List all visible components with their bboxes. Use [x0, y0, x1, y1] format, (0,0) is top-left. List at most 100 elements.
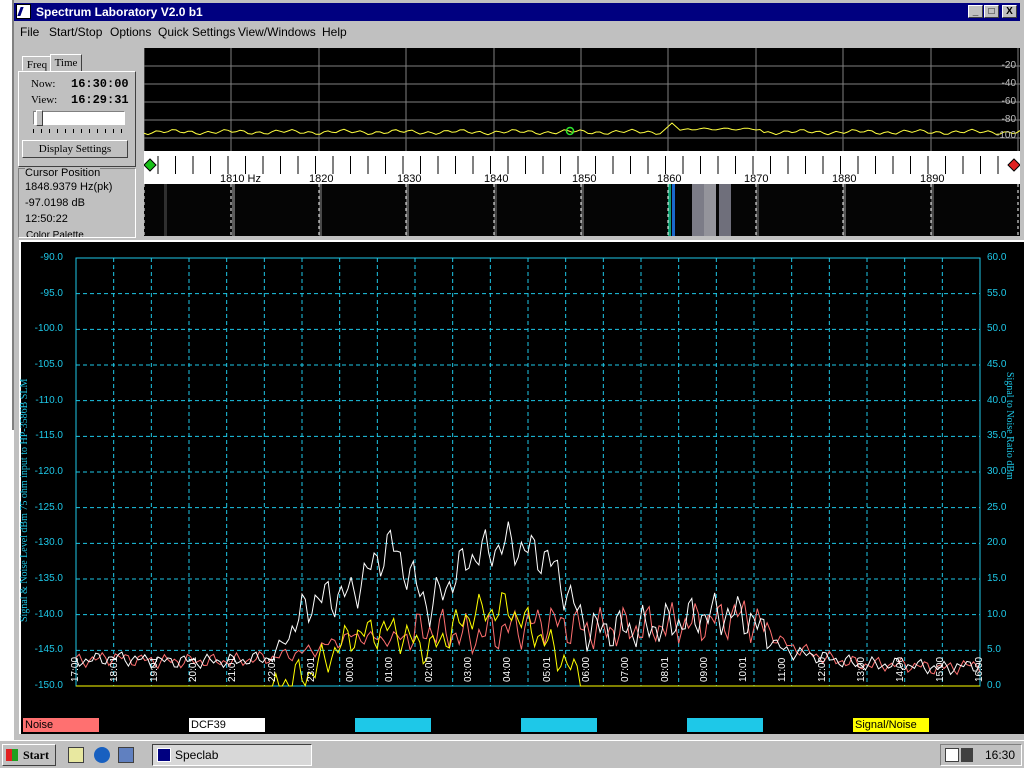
now-value: 16:30:00 [71, 77, 129, 91]
now-label: Now: [31, 78, 56, 90]
time-scroll-track[interactable] [33, 110, 125, 126]
right-axis-label: Signal to Noise Ratio dBm [1004, 372, 1015, 480]
left-tick-label: -95.0 [40, 287, 63, 299]
frequency-label: 1860 [657, 173, 682, 185]
time-scroll-thumb[interactable] [36, 110, 43, 126]
right-tick-label: 0.0 [987, 680, 1001, 691]
frequency-label: 1840 [484, 173, 509, 185]
left-tick-label: -125.0 [34, 501, 63, 513]
long-term-plot-window[interactable]: -90.0 -95.0 -100.0 -105.0 -110.0 -115.0 -120.0… [19, 240, 1024, 734]
menu-quick-settings[interactable]: Quick Settings [158, 25, 235, 39]
time-tick-label: 00:00 [345, 656, 357, 682]
frequency-label: 1850 [572, 173, 597, 185]
left-tick-label: -120.0 [34, 466, 63, 477]
cursor-position-title: Cursor Position [25, 167, 101, 179]
spectrum-db-tick: -20 [1001, 60, 1016, 71]
left-tick-label: -130.0 [34, 537, 63, 549]
menu-view-windows[interactable]: View/Windows [238, 25, 316, 39]
left-tick-label: -115.0 [35, 430, 63, 442]
view-value: 16:29:31 [71, 93, 129, 107]
waterfall [144, 184, 1020, 236]
system-tray: 16:30 [940, 744, 1022, 766]
right-tick-label: 20.0 [987, 537, 1007, 549]
left-tick-label: -140.0 [34, 608, 63, 620]
tab-time[interactable]: Time [50, 54, 82, 72]
legend-slot-3 [355, 718, 431, 732]
cursor-level: -97.0198 dB [25, 197, 85, 209]
time-tick-label: 11:00 [777, 657, 789, 682]
close-button[interactable]: X [1002, 5, 1017, 18]
channels-icon[interactable] [118, 747, 134, 763]
cursor-frequency: 1848.9379 Hz(pk) [25, 181, 113, 193]
left-tick-label: -145.0 [34, 644, 63, 656]
right-tick-label: 50.0 [987, 323, 1007, 335]
time-tick-label: 04:00 [502, 656, 514, 682]
scheduler-icon[interactable] [945, 748, 959, 762]
legend-dcf39: DCF39 [189, 718, 265, 732]
time-tick-label: 01:00 [384, 656, 396, 682]
minimize-button[interactable]: _ [968, 5, 983, 18]
time-tick-label: 19:01 [148, 656, 160, 682]
time-tick-label: 06:00 [580, 656, 592, 682]
frequency-label: 1830 [397, 173, 422, 185]
time-tick-label: 14:00 [895, 656, 907, 682]
view-label: View: [31, 94, 58, 106]
tab-freq[interactable]: Freq [22, 56, 52, 71]
waterfall-streak [704, 184, 716, 236]
title-bar[interactable]: Spectrum Laboratory V2.0 b1 _ □ X [14, 3, 1020, 21]
right-tick-label: 45.0 [987, 359, 1007, 370]
window-title: Spectrum Laboratory V2.0 b1 [36, 5, 203, 19]
legend-slot-4 [521, 718, 597, 732]
time-tick-label: 18:01 [109, 656, 121, 682]
spectrum-db-tick: -80 [1001, 114, 1016, 125]
time-tick-label: 05:01 [541, 656, 553, 682]
frequency-label: 1810 Hz [220, 173, 261, 185]
time-tick-label: 03:00 [463, 656, 475, 682]
color-palette-label: Color Palette [26, 231, 84, 237]
time-tick-label: 08:01 [659, 656, 671, 682]
clock: 16:30 [985, 748, 1016, 762]
volume-icon[interactable] [961, 748, 973, 762]
taskbar-speclab[interactable]: Speclab [152, 744, 312, 766]
cursor-position-box: Cursor Position 1848.9379 Hz(pk) -97.019… [18, 167, 136, 238]
right-tick-label: 60.0 [987, 252, 1007, 263]
left-tick-label: -100.0 [34, 323, 63, 335]
frequency-label: 1880 [832, 173, 857, 185]
time-tick-label: 20:01 [187, 656, 199, 682]
menu-options[interactable]: Options [110, 25, 151, 39]
time-tick-label: 22:01 [266, 656, 278, 682]
menu-file[interactable]: File [20, 25, 39, 39]
frequency-label: 1870 [744, 173, 769, 185]
spectrum-svg [144, 48, 1020, 236]
right-tick-label: 25.0 [987, 501, 1007, 513]
time-tick-label: 07:00 [620, 656, 632, 682]
left-tick-label: -105.0 [34, 359, 63, 370]
frequency-label: 1890 [920, 173, 945, 185]
speclab-icon [157, 748, 171, 762]
taskbar-speclab-label: Speclab [175, 748, 219, 762]
time-slider-ticks [33, 129, 125, 133]
internet-explorer-icon[interactable] [94, 747, 110, 763]
waterfall-streak [232, 184, 235, 236]
spectrum-display[interactable]: -20 -40 -60 -80 -100 1810 Hz 1820 1830 1840 1850 1… [144, 48, 1020, 236]
control-panel: Freq Time Now: 16:30:00 View: 16:29:31 D… [18, 48, 136, 238]
time-tick-label: 17:00 [70, 656, 81, 682]
maximize-button[interactable]: □ [984, 5, 999, 18]
waterfall-streak [672, 184, 675, 236]
left-tick-label: -135.0 [34, 573, 63, 584]
windows-logo-icon [6, 749, 18, 761]
right-tick-label: 5.0 [987, 644, 1001, 656]
waterfall-streak [164, 184, 167, 236]
app-icon[interactable] [16, 4, 31, 19]
legend-signal-noise: Signal/Noise [853, 718, 929, 732]
display-settings-button[interactable]: Display Settings [22, 140, 128, 158]
time-tick-label: 12:00 [816, 656, 828, 682]
time-tick-label: 15:00 [934, 656, 946, 682]
start-button[interactable]: Start [2, 744, 56, 766]
show-desktop-icon[interactable] [68, 747, 84, 763]
waterfall-streak [719, 184, 731, 236]
menu-help[interactable]: Help [322, 25, 347, 39]
taskbar: Start Speclab 16:30 [0, 740, 1024, 768]
menu-start-stop[interactable]: Start/Stop [49, 25, 102, 39]
time-tick-label: 16:00 [974, 656, 985, 682]
